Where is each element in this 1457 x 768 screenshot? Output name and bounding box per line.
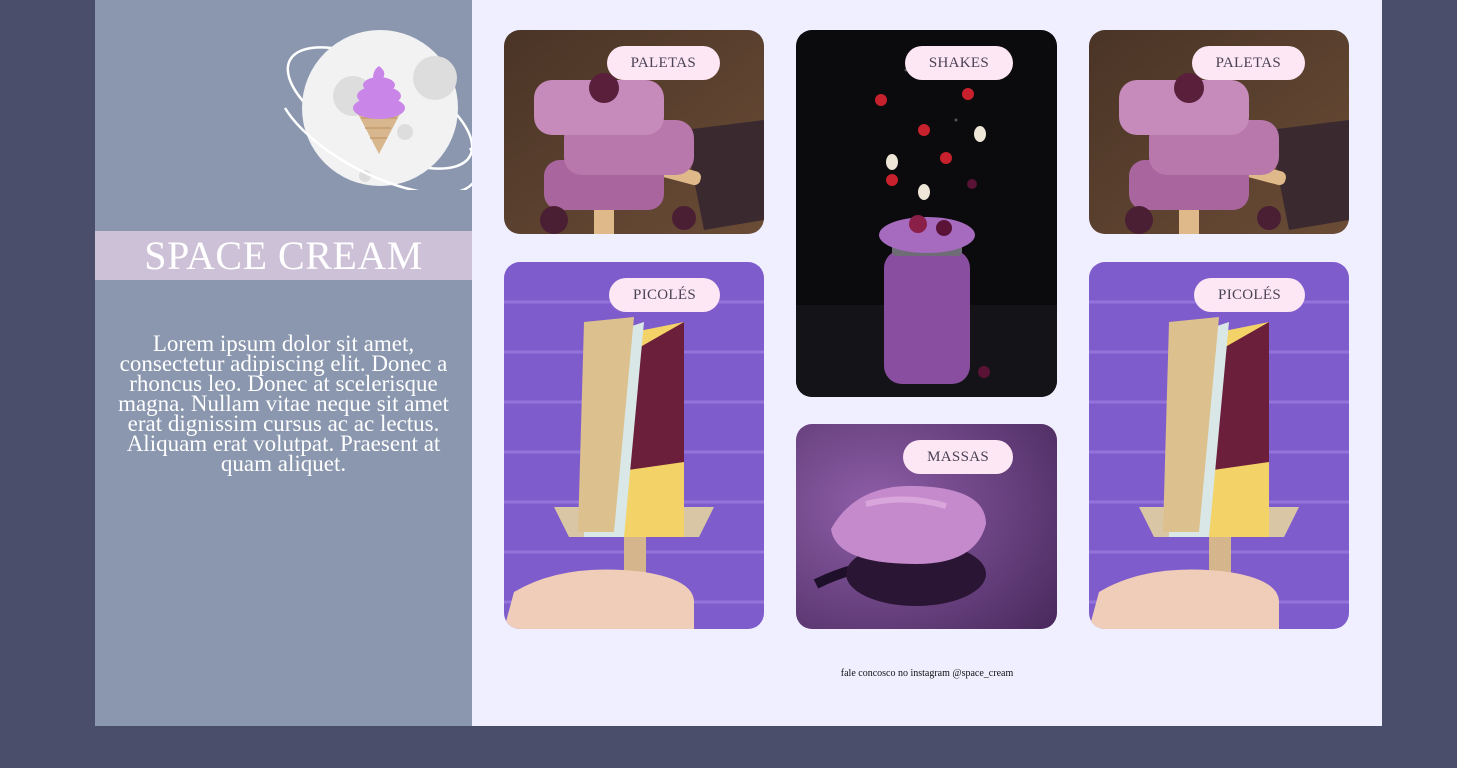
- card-picoles-2[interactable]: PICOLÉS: [1089, 262, 1349, 629]
- card-label-paletas: PALETAS: [606, 46, 720, 80]
- sidebar-description: Lorem ipsum dolor sit amet, consectetur …: [118, 331, 449, 476]
- card-label-massas: MASSAS: [903, 440, 1013, 474]
- main-grid: PALETAS SHAKES PALETAS PICOLÉS MASSAS PI…: [472, 0, 1382, 726]
- sidebar: SPACE CREAM Lorem ipsum dolor sit amet, …: [95, 0, 479, 726]
- card-picoles-1[interactable]: PICOLÉS: [504, 262, 764, 629]
- page: SPACE CREAM Lorem ipsum dolor sit amet, …: [95, 0, 1382, 726]
- card-label-picoles: PICOLÉS: [609, 278, 720, 312]
- card-paletas-2[interactable]: PALETAS: [1089, 30, 1349, 234]
- space-cream-logo: [283, 30, 479, 190]
- card-label-shakes: SHAKES: [904, 46, 1013, 80]
- picoles-image: [1089, 262, 1349, 629]
- card-label-paletas: PALETAS: [1191, 46, 1305, 80]
- card-shakes[interactable]: SHAKES: [796, 30, 1057, 397]
- footer-instagram-text: fale concosco no instagram @space_cream: [840, 668, 1014, 679]
- shakes-image: [796, 30, 1057, 397]
- card-label-picoles: PICOLÉS: [1194, 278, 1305, 312]
- card-massas[interactable]: MASSAS: [796, 424, 1057, 629]
- card-paletas-1[interactable]: PALETAS: [504, 30, 764, 234]
- brand-band: SPACE CREAM: [95, 231, 472, 280]
- picoles-image: [504, 262, 764, 629]
- brand-title: SPACE CREAM: [144, 233, 423, 278]
